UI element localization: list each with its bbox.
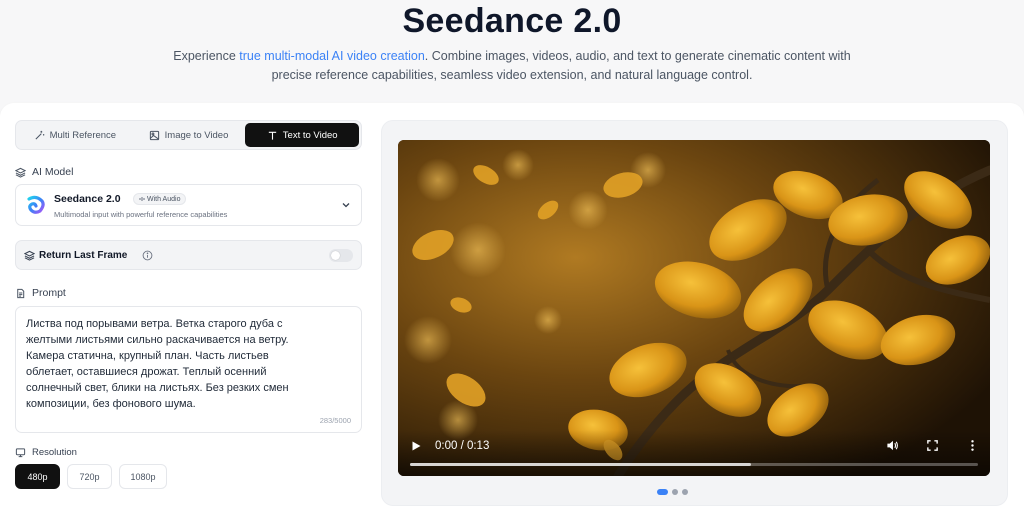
layers-icon — [24, 250, 35, 261]
audio-badge: With Audio — [133, 193, 187, 205]
video-progress-bar[interactable] — [410, 463, 978, 466]
more-options-icon[interactable] — [966, 439, 979, 452]
audio-icon — [139, 197, 145, 201]
char-count: 283/5000 — [319, 416, 351, 425]
video-frame-autumn-leaves — [398, 140, 990, 476]
mode-tabs: Multi Reference Image to Video Text to V… — [15, 120, 362, 150]
tab-image-to-video[interactable]: Image to Video — [132, 123, 246, 147]
return-last-frame-label: Return Last Frame — [39, 250, 128, 261]
resolution-label: Resolution — [15, 447, 77, 458]
carousel-dots — [657, 489, 688, 495]
subtitle-accent: true multi-modal AI video creation — [239, 49, 425, 63]
page-title: Seedance 2.0 — [402, 2, 622, 40]
model-select[interactable]: Seedance 2.0 With Audio Multimodal input… — [15, 184, 362, 226]
volume-icon[interactable] — [886, 439, 899, 452]
layers-icon — [15, 167, 26, 178]
badge-text: With Audio — [147, 195, 181, 203]
tab-text-to-video[interactable]: Text to Video — [245, 123, 360, 147]
prompt-label: Prompt — [15, 287, 66, 299]
tab-label: Multi Reference — [49, 129, 117, 141]
resolution-1080p-button[interactable]: 1080p — [119, 464, 167, 489]
video-player[interactable]: 0:00 / 0:13 — [398, 140, 990, 476]
resolution-480p-button[interactable]: 480p — [15, 464, 60, 489]
info-icon[interactable] — [142, 250, 153, 261]
resolution-options: 480p 720p 1080p — [15, 464, 167, 489]
prompt-text: Листва под порывами ветра. Ветка старого… — [26, 318, 289, 410]
chevron-down-icon — [342, 203, 350, 208]
page-subtitle: Experience true multi-modal AI video cre… — [160, 47, 864, 85]
fullscreen-icon[interactable] — [926, 439, 939, 452]
model-description: Multimodal input with powerful reference… — [54, 210, 228, 219]
wand-icon — [35, 130, 44, 140]
carousel-dot[interactable] — [682, 489, 688, 495]
video-controls: 0:00 / 0:13 — [398, 430, 990, 476]
video-buffer-fill — [410, 463, 751, 466]
subtitle-text: Experience — [173, 49, 240, 63]
section-label-text: AI Model — [32, 166, 74, 178]
return-last-frame-row: Return Last Frame — [15, 240, 362, 270]
monitor-icon — [15, 448, 26, 458]
tab-label: Text to Video — [282, 129, 338, 141]
section-label-text: Resolution — [32, 447, 77, 458]
return-last-frame-toggle[interactable] — [329, 249, 353, 262]
text-icon — [268, 131, 276, 140]
resolution-720p-button[interactable]: 720p — [67, 464, 112, 489]
prompt-textarea[interactable]: Листва под порывами ветра. Ветка старого… — [15, 306, 362, 433]
ai-model-label: AI Model — [15, 166, 73, 178]
carousel-dot[interactable] — [672, 489, 678, 495]
model-name: Seedance 2.0 — [54, 193, 121, 205]
tab-label: Image to Video — [164, 129, 229, 141]
section-label-text: Prompt — [32, 287, 66, 299]
carousel-dot[interactable] — [657, 489, 668, 495]
play-icon[interactable] — [410, 440, 422, 452]
video-time: 0:00 / 0:13 — [435, 440, 490, 452]
image-icon — [149, 130, 159, 140]
tab-multi-reference[interactable]: Multi Reference — [18, 123, 132, 147]
document-icon — [17, 288, 25, 298]
seedance-logo-icon — [27, 195, 45, 214]
